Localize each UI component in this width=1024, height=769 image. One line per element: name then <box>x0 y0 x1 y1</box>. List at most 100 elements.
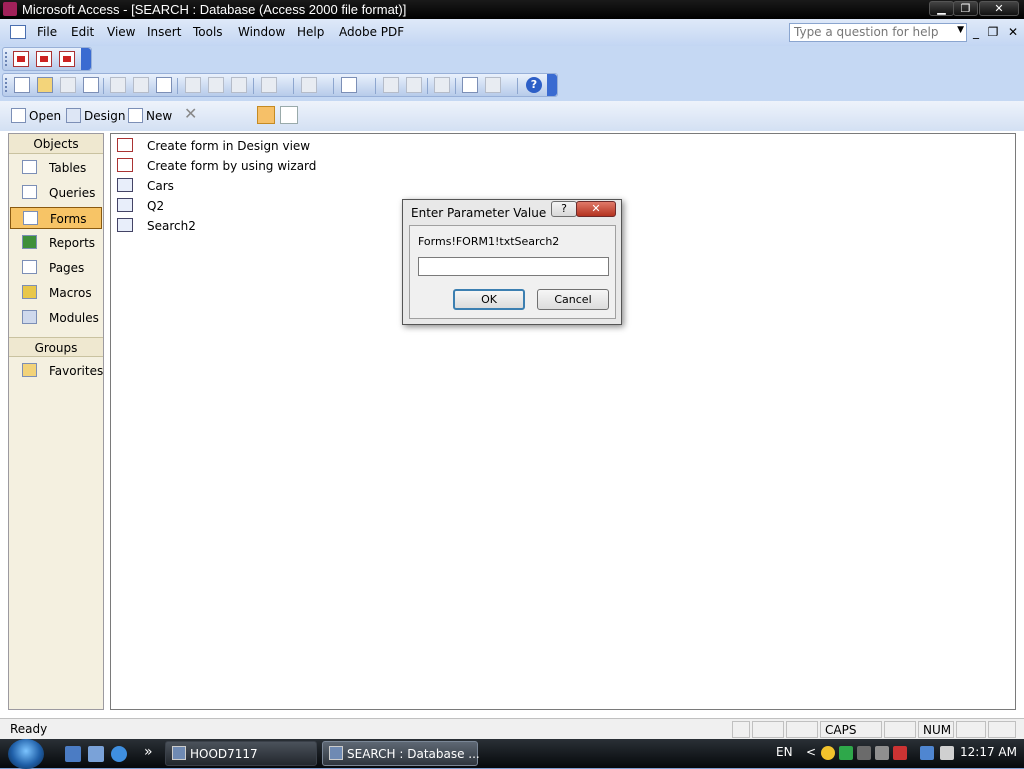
menu-view[interactable]: View <box>107 25 135 39</box>
help-question-box[interactable]: Type a question for help ▼ <box>789 23 967 42</box>
menu-help[interactable]: Help <box>297 25 324 39</box>
object-macros[interactable]: Macros <box>10 282 102 304</box>
security-alert-icon[interactable] <box>893 746 907 760</box>
print-preview-icon[interactable] <box>133 77 149 93</box>
save-icon[interactable] <box>60 77 76 93</box>
new-file-icon[interactable] <box>14 77 30 93</box>
menu-edit[interactable]: Edit <box>71 25 94 39</box>
groups-header[interactable]: Groups <box>9 337 103 357</box>
pdf-email-icon[interactable] <box>36 51 52 67</box>
object-forms[interactable]: Forms <box>10 207 102 229</box>
network-icon[interactable] <box>920 746 934 760</box>
macro-icon <box>22 285 37 299</box>
task-search-database[interactable]: SEARCH : Database ... <box>322 741 480 766</box>
properties-icon[interactable] <box>434 77 450 93</box>
report-icon <box>22 235 37 249</box>
list-view-icon[interactable] <box>257 106 275 124</box>
large-icons-icon[interactable] <box>211 106 229 124</box>
toolbar-options-icon[interactable] <box>81 48 91 70</box>
new-button[interactable]: New <box>128 108 172 123</box>
show-desktop-icon[interactable] <box>65 746 81 762</box>
list-item[interactable]: Create form in Design view <box>117 137 317 155</box>
start-button-icon[interactable] <box>8 739 44 769</box>
tray-app-icon[interactable] <box>857 746 871 760</box>
num-indicator: NUM <box>918 721 954 738</box>
print-icon[interactable] <box>110 77 126 93</box>
tray-app-icon[interactable] <box>839 746 853 760</box>
relationships-icon[interactable] <box>462 77 478 93</box>
status-cell <box>956 721 986 738</box>
spelling-icon[interactable] <box>156 77 172 93</box>
list-item[interactable]: Q2 <box>117 197 237 215</box>
toolbar-grip[interactable] <box>5 78 8 92</box>
close-button[interactable]: ✕ <box>979 1 1019 16</box>
mdi-restore-button[interactable]: ❐ <box>986 25 1000 39</box>
menu-tools[interactable]: Tools <box>193 25 223 39</box>
toolbar-grip[interactable] <box>5 52 8 66</box>
code-icon[interactable] <box>406 77 422 93</box>
volume-icon[interactable] <box>940 746 954 760</box>
list-item[interactable]: Cars <box>117 177 237 195</box>
quick-launch-more-icon[interactable]: » <box>144 744 153 760</box>
cancel-button[interactable]: Cancel <box>537 289 609 310</box>
ok-button[interactable]: OK <box>453 289 525 310</box>
open-button[interactable]: Open <box>11 108 61 123</box>
dialog-help-button[interactable]: ? <box>551 201 577 217</box>
restore-button[interactable]: ❐ <box>953 1 978 16</box>
objects-header[interactable]: Objects <box>9 134 103 154</box>
help-icon[interactable]: ? <box>526 77 542 93</box>
object-modules[interactable]: Modules <box>10 307 102 329</box>
messenger-smiley-icon[interactable] <box>821 746 835 760</box>
menu-window[interactable]: Window <box>238 25 285 39</box>
analyze-icon[interactable] <box>341 77 357 93</box>
undo-icon[interactable] <box>261 77 277 93</box>
list-item[interactable]: Search2 <box>117 217 237 235</box>
form-icon <box>23 211 38 225</box>
details-view-icon[interactable] <box>280 106 298 124</box>
chevron-down-icon[interactable]: ▼ <box>957 25 964 35</box>
tray-app-icon[interactable] <box>875 746 889 760</box>
office-links-icon[interactable] <box>301 77 317 93</box>
clock[interactable]: 12:17 AM <box>960 745 1017 759</box>
new-object-icon[interactable] <box>485 77 501 93</box>
convert-to-pdf-icon[interactable] <box>13 51 29 67</box>
copy-icon[interactable] <box>208 77 224 93</box>
objects-pane: Objects Tables Queries Forms Reports Pag… <box>8 133 104 710</box>
object-reports[interactable]: Reports <box>10 232 102 254</box>
pdf-settings-icon[interactable] <box>59 51 75 67</box>
minimize-button[interactable]: ▁ <box>929 1 954 16</box>
parameter-value-input[interactable] <box>418 257 609 276</box>
mdi-close-button[interactable]: ✕ <box>1006 25 1020 39</box>
tray-expand-icon[interactable]: < <box>806 745 816 759</box>
object-tables[interactable]: Tables <box>10 157 102 179</box>
dialog-close-button[interactable]: ✕ <box>576 201 616 217</box>
mdi-minimize-button[interactable]: _ <box>969 25 983 39</box>
list-item[interactable]: Create form by using wizard <box>117 157 317 175</box>
group-favorites[interactable]: Favorites <box>10 360 103 382</box>
object-queries[interactable]: Queries <box>10 182 102 204</box>
menu-adobe-pdf[interactable]: Adobe PDF <box>339 25 404 39</box>
task-hood7117[interactable]: HOOD7117 <box>165 741 317 766</box>
toolbar-separator <box>455 78 456 94</box>
file-search-icon[interactable] <box>83 77 99 93</box>
menu-file[interactable]: File <box>37 25 57 39</box>
design-button[interactable]: Design <box>66 108 125 123</box>
database-window-icon[interactable] <box>10 25 26 39</box>
menu-insert[interactable]: Insert <box>147 25 181 39</box>
open-folder-icon[interactable] <box>37 77 53 93</box>
access-task-icon <box>172 746 186 760</box>
toolbar-options-icon[interactable] <box>547 74 557 96</box>
language-indicator[interactable]: EN <box>776 745 793 759</box>
object-pages[interactable]: Pages <box>10 257 102 279</box>
cut-icon[interactable] <box>185 77 201 93</box>
toolbar-separator <box>333 78 334 94</box>
parameter-prompt: Forms!FORM1!txtSearch2 <box>418 235 560 248</box>
delete-icon[interactable]: ✕ <box>184 106 198 122</box>
script-editor-icon[interactable] <box>383 77 399 93</box>
access-app-icon[interactable] <box>3 2 17 16</box>
access-task-icon <box>329 746 343 760</box>
switch-windows-icon[interactable] <box>88 746 104 762</box>
paste-icon[interactable] <box>231 77 247 93</box>
internet-explorer-icon[interactable] <box>111 746 127 762</box>
small-icons-icon[interactable] <box>234 106 252 124</box>
